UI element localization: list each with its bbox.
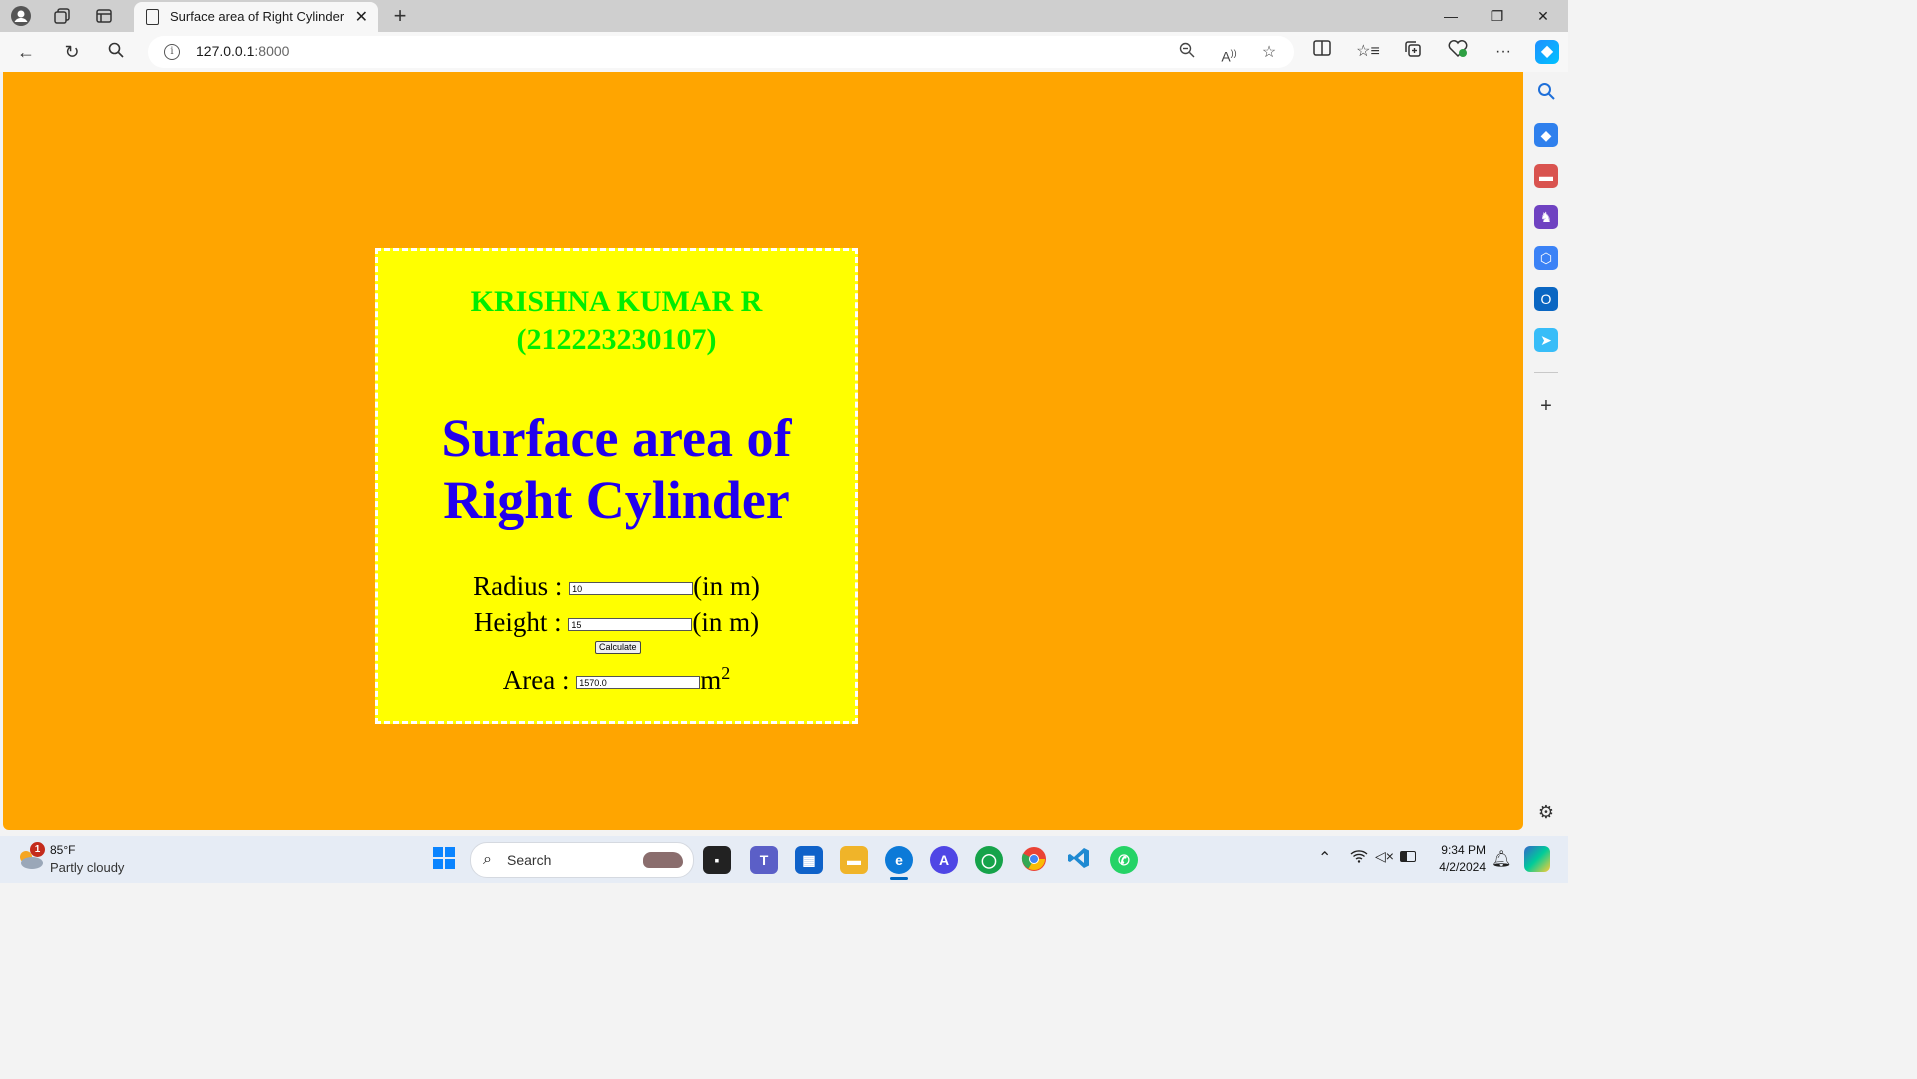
close-tab-icon[interactable]: ✕ — [355, 7, 368, 27]
search-highlight-image — [643, 852, 683, 868]
favorite-star-icon[interactable]: ☆ — [1258, 42, 1280, 64]
edge-icon[interactable]: e — [885, 846, 913, 874]
zoom-out-icon[interactable] — [1176, 42, 1198, 64]
battery-icon[interactable] — [1400, 851, 1416, 862]
show-hidden-icons[interactable]: ⌃ — [1318, 848, 1331, 868]
author-block: KRISHNA KUMAR R (212223230107) — [378, 283, 855, 359]
height-label: Height : — [473, 607, 562, 637]
sidebar-search-icon[interactable] — [1534, 82, 1558, 106]
teams-icon[interactable]: T — [750, 846, 778, 874]
read-aloud-icon[interactable]: A)) — [1218, 42, 1240, 65]
tools-briefcase-icon[interactable]: ▬ — [1534, 164, 1558, 188]
games-icon[interactable]: ♞ — [1534, 205, 1558, 229]
chrome-icon[interactable] — [1020, 846, 1048, 874]
store-icon[interactable]: ▦ — [795, 846, 823, 874]
roll-number: (212223230107) — [516, 323, 717, 356]
vertical-tabs-icon[interactable] — [93, 5, 115, 27]
edge-active-indicator — [890, 877, 908, 880]
whatsapp-icon[interactable]: ✆ — [1110, 846, 1138, 874]
collections-icon[interactable] — [1401, 40, 1425, 64]
weather-icon[interactable]: 1 — [16, 842, 46, 872]
windows-start-icon[interactable] — [430, 846, 458, 874]
microsoft-365-icon[interactable]: ⬡ — [1534, 246, 1558, 270]
author-name: KRISHNA KUMAR R — [470, 285, 763, 318]
weather-desc: Partly cloudy — [50, 860, 125, 875]
copilot-preview-icon[interactable] — [1524, 846, 1550, 872]
area-unit-exponent: 2 — [721, 663, 731, 683]
calculator-card: KRISHNA KUMAR R (212223230107) Surface a… — [375, 248, 858, 724]
radius-label: Radius : — [473, 571, 563, 601]
taskbar-search[interactable]: ⌕ Search — [470, 842, 694, 878]
calculate-button[interactable]: Calculate — [595, 641, 641, 654]
sidebar-divider — [1534, 372, 1558, 373]
area-output[interactable] — [576, 676, 701, 690]
more-options-icon[interactable]: ··· — [1491, 40, 1515, 64]
outlook-icon[interactable]: O — [1534, 287, 1558, 311]
page-title: Surface area of Right Cylinder — [441, 408, 792, 530]
file-explorer-icon[interactable]: ▬ — [840, 846, 868, 874]
new-tab-icon[interactable]: + — [388, 2, 412, 30]
radius-row: Radius : (in m) — [378, 571, 855, 602]
area-label: Area : — [502, 665, 570, 695]
refresh-icon[interactable]: ↻ — [60, 40, 84, 64]
close-window-icon[interactable]: ✕ — [1520, 4, 1566, 28]
app-icon-a[interactable]: A — [930, 846, 958, 874]
clock-time[interactable]: 9:34 PM — [1430, 843, 1486, 857]
search-icon[interactable] — [104, 40, 128, 64]
app-icon-ring[interactable]: ◯ — [975, 846, 1003, 874]
active-tab[interactable]: Surface area of Right Cylinder ✕ — [134, 2, 378, 32]
edge-sidebar: ◆ ▬ ♞ ⬡ O ➤ + ⚙ — [1524, 72, 1568, 830]
tab-strip: Surface area of Right Cylinder ✕ + — ❐ ✕ — [0, 0, 1568, 32]
settings-gear-icon[interactable]: ⚙ — [1534, 800, 1558, 824]
windows-taskbar: 1 85°F Partly cloudy ⌕ Search ▪ T ▦ ▬ e … — [0, 836, 1568, 883]
weather-badge: 1 — [30, 842, 45, 857]
taskbar-search-icon: ⌕ — [483, 851, 492, 868]
url-text[interactable]: 127.0.0.1:8000 — [196, 43, 289, 59]
notification-bell-icon[interactable]: 🔔︎ — [1491, 849, 1511, 869]
shopping-tag-icon[interactable]: ◆ — [1534, 123, 1558, 147]
page-icon — [146, 9, 159, 25]
workspaces-icon[interactable] — [51, 5, 73, 27]
vscode-icon[interactable] — [1065, 846, 1093, 874]
height-input[interactable] — [568, 618, 693, 632]
navigation-bar: ← ↻ i 127.0.0.1:8000 A)) ☆ ☆≡ ··· ◆ — [0, 32, 1568, 72]
minimize-icon[interactable]: — — [1428, 4, 1474, 28]
height-unit: (in m) — [692, 607, 760, 637]
browser-essentials-icon[interactable] — [1446, 40, 1470, 64]
page-viewport: KRISHNA KUMAR R (212223230107) Surface a… — [3, 72, 1523, 830]
tab-title: Surface area of Right Cylinder — [170, 9, 345, 24]
area-unit: m — [700, 665, 722, 695]
height-row: Height : (in m) — [378, 607, 855, 638]
favorites-icon[interactable]: ☆≡ — [1356, 40, 1380, 64]
back-icon[interactable]: ← — [14, 40, 38, 64]
radius-unit: (in m) — [693, 571, 760, 601]
restore-icon[interactable]: ❐ — [1474, 4, 1520, 28]
address-bar[interactable]: i 127.0.0.1:8000 A)) ☆ — [148, 36, 1294, 68]
taskbar-search-label: Search — [507, 852, 552, 868]
task-view-icon[interactable]: ▪ — [703, 846, 731, 874]
profile-icon[interactable] — [10, 5, 32, 27]
wifi-icon[interactable] — [1350, 849, 1368, 866]
area-row: Area : m2 — [378, 663, 855, 696]
radius-input[interactable] — [569, 582, 694, 596]
weather-temp: 85°F — [50, 843, 76, 857]
copilot-icon[interactable]: ◆ — [1535, 40, 1559, 64]
add-icon[interactable]: + — [1534, 394, 1558, 418]
send-icon[interactable]: ➤ — [1534, 328, 1558, 352]
volume-muted-icon[interactable]: ◁× — [1375, 848, 1394, 865]
split-screen-icon[interactable] — [1310, 40, 1334, 64]
site-info-icon[interactable]: i — [164, 44, 180, 60]
clock-date[interactable]: 4/2/2024 — [1430, 860, 1486, 874]
